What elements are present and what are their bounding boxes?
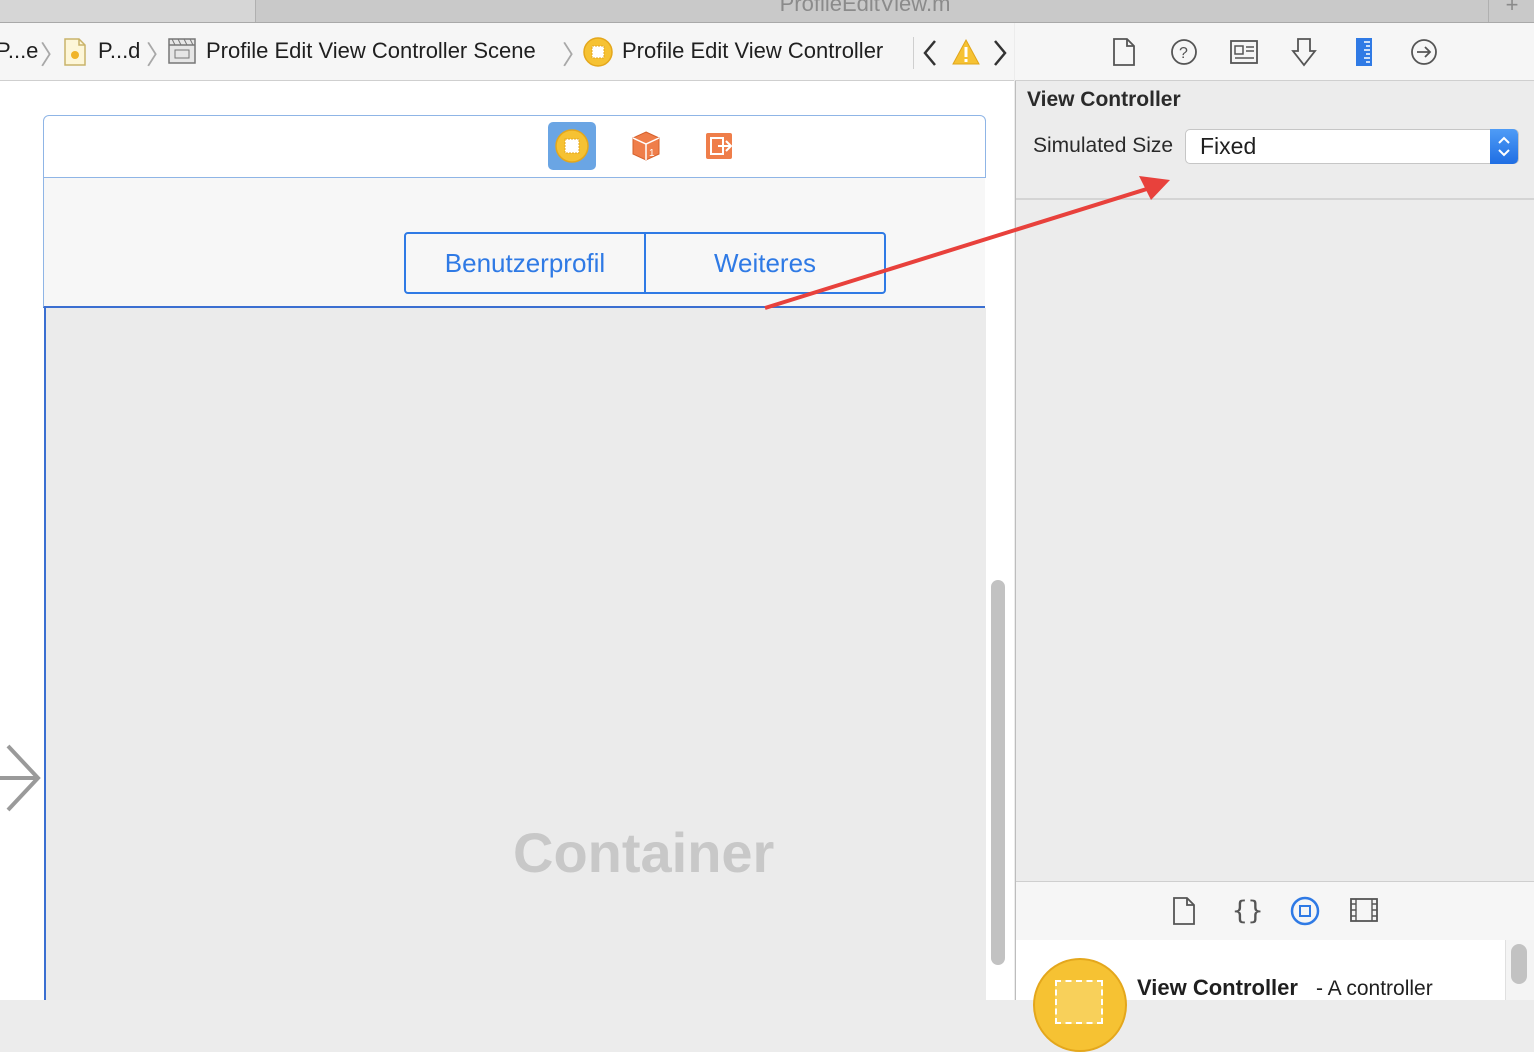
connections-inspector-icon[interactable] [1409,37,1439,67]
breadcrumb-group[interactable]: P...e [0,38,38,64]
canvas-scrollbar[interactable] [991,580,1005,965]
view-controller-icon[interactable] [548,122,596,170]
svg-text:1: 1 [649,148,655,159]
breadcrumb-scene[interactable]: Profile Edit View Controller Scene [206,38,536,64]
scene-icon [168,38,196,69]
simulated-size-label: Simulated Size [1033,134,1174,157]
section-divider [1016,198,1534,200]
file-inspector-icon[interactable] [1109,37,1139,67]
segment-weiteres[interactable]: Weiteres [644,234,884,292]
inspector-tab-bar: ? [1015,23,1534,81]
attributes-inspector-icon[interactable] [1289,37,1319,67]
storyboard-file-icon [62,37,88,72]
select-chevrons-icon[interactable] [1490,129,1518,164]
code-snippet-icon[interactable]: {} [1232,896,1263,926]
inspector-section-title: View Controller [1027,88,1181,111]
entry-point-arrow-icon [0,740,44,821]
utilities-panel [1015,23,1534,1000]
jump-bar: P...e 〉 P...d 〉 Profile Edit View Contro… [0,23,1014,81]
first-responder-icon[interactable]: 1 [630,130,662,167]
object-library-icon[interactable] [1290,896,1320,931]
editor-tab-inactive[interactable] [0,0,256,22]
container-label: Container [513,821,775,884]
library-item-name: View Controller [1137,975,1298,1000]
new-tab-button[interactable]: + [1488,0,1534,22]
file-template-icon[interactable] [1172,897,1196,930]
back-arrow-icon[interactable] [920,38,940,73]
media-library-icon[interactable] [1350,898,1378,927]
container-view[interactable] [44,308,986,1000]
view-controller-icon-inner [1055,980,1103,1024]
view-controller-icon [582,36,614,73]
simulated-size-value: Fixed [1200,133,1257,159]
segment-benutzerprofil[interactable]: Benutzerprofil [406,234,644,292]
segmented-control[interactable]: Benutzerprofil Weiteres [404,232,886,294]
breadcrumb-view-controller[interactable]: Profile Edit View Controller [622,38,883,64]
library-item-description: - A controller [1316,977,1433,1000]
exit-icon[interactable] [705,132,735,165]
scene-dock: 1 [43,115,986,178]
warning-icon[interactable] [952,38,980,71]
forward-arrow-icon[interactable] [990,38,1010,73]
library-tab-bar: {} [1016,881,1534,941]
editor-tab-title[interactable]: ProfileEditView.m [700,0,1030,17]
identity-inspector-icon[interactable] [1229,37,1259,67]
library-scrollbar[interactable] [1511,944,1527,984]
svg-text:?: ? [1179,45,1188,62]
breadcrumb-storyboard[interactable]: P...d [98,38,140,64]
quick-help-icon[interactable]: ? [1169,37,1199,67]
size-inspector-icon[interactable] [1349,37,1379,67]
jumpbar-divider [913,37,914,69]
